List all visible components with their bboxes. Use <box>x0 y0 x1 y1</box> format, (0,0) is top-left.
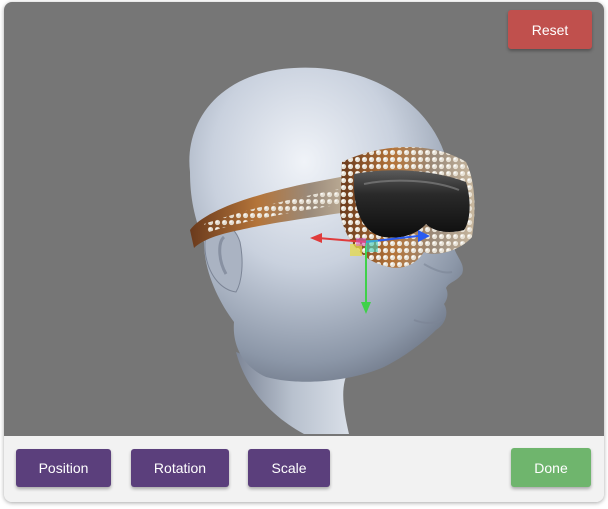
scene-render <box>189 67 475 434</box>
reset-button[interactable]: Reset <box>508 10 592 49</box>
editor-window: Reset Position Rotation Scale Done <box>4 2 604 502</box>
rotation-mode-button[interactable]: Rotation <box>131 449 229 487</box>
3d-viewport[interactable]: Reset <box>4 2 604 436</box>
bottom-toolbar: Position Rotation Scale Done <box>4 436 604 502</box>
done-button[interactable]: Done <box>511 448 591 487</box>
position-mode-button[interactable]: Position <box>16 449 111 487</box>
scale-mode-button[interactable]: Scale <box>248 449 330 487</box>
